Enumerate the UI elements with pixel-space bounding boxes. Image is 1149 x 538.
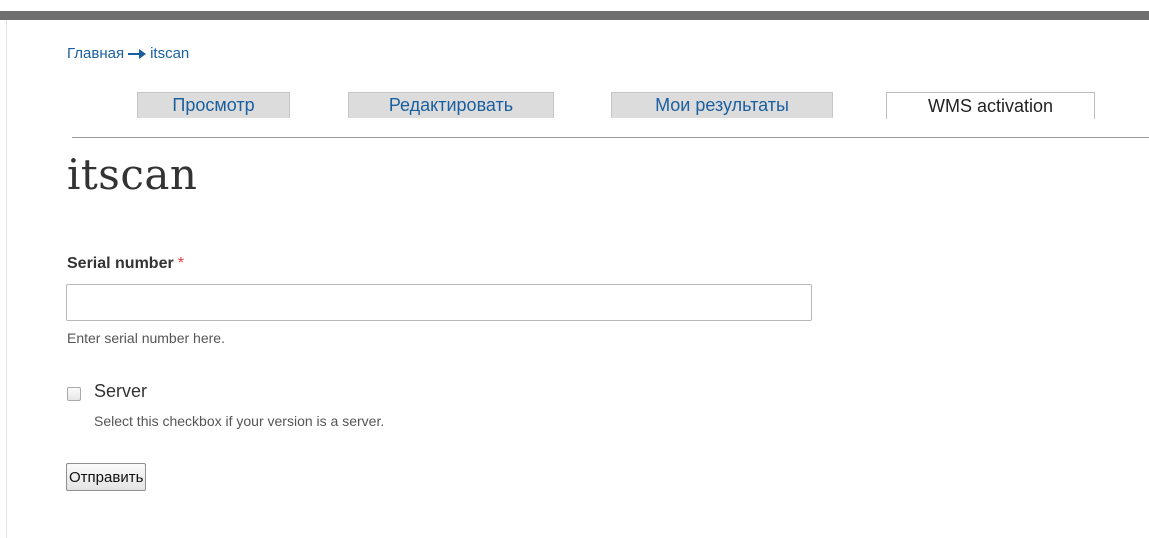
serial-number-input[interactable] [66, 284, 812, 321]
tabs: Просмотр Редактировать Мои результаты WM… [0, 92, 1149, 138]
server-checkbox-label[interactable]: Server [94, 381, 147, 402]
serial-number-description: Enter serial number here. [67, 330, 225, 346]
server-checkbox-description: Select this checkbox if your version is … [94, 413, 385, 429]
tab-edit[interactable]: Редактировать [348, 92, 554, 118]
breadcrumb: Главная itscan [67, 45, 189, 62]
breadcrumb-current-link[interactable]: itscan [150, 45, 189, 62]
tab-wms-activation[interactable]: WMS activation [886, 92, 1095, 119]
breadcrumb-home-link[interactable]: Главная [67, 45, 124, 62]
submit-button[interactable]: Отправить [66, 463, 147, 491]
top-bar [0, 0, 1149, 20]
tab-view[interactable]: Просмотр [137, 92, 290, 118]
serial-number-label-text: Serial number [67, 255, 174, 272]
arrow-right-icon [128, 48, 147, 59]
tab-my-results[interactable]: Мои результаты [611, 92, 833, 118]
tabs-divider [72, 137, 1149, 138]
required-marker: * [177, 255, 184, 272]
page-title: itscan [67, 150, 198, 199]
top-bar-stripe [0, 11, 1149, 20]
serial-number-label: Serial number * [67, 255, 184, 273]
server-checkbox[interactable] [67, 387, 81, 401]
